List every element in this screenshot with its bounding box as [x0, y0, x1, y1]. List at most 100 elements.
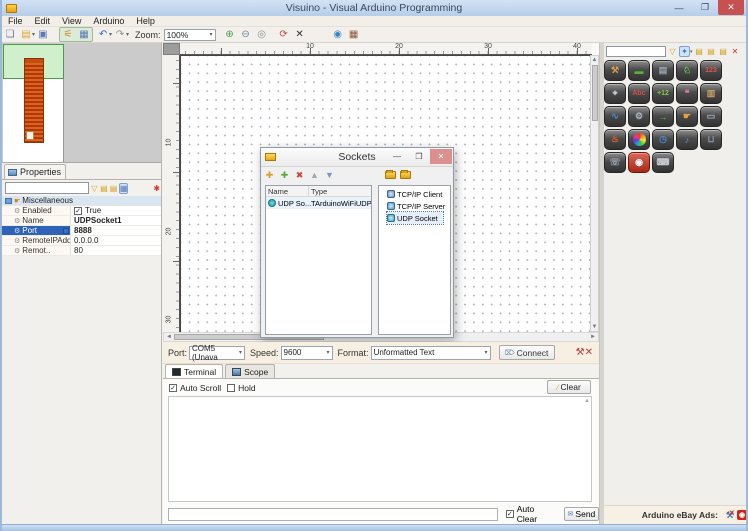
- redo-dropdown-icon[interactable]: ▾: [126, 31, 129, 38]
- redo-icon[interactable]: ↷: [113, 28, 127, 41]
- tree-item-tcp-ip-client[interactable]: TCP/IP Client: [387, 188, 450, 200]
- arduino-boards-icon[interactable]: ▬: [628, 60, 650, 81]
- property-row-remote-ip[interactable]: ⚙RemoteIPAdd.. 0.0.0.0: [2, 236, 161, 246]
- speed-select[interactable]: 9600 ▾: [280, 345, 333, 360]
- scroll-down-icon[interactable]: ▼: [591, 324, 598, 330]
- buttons-icon[interactable]: ☛: [676, 106, 698, 127]
- memory-icon[interactable]: ▥: [700, 83, 722, 104]
- undo-dropdown-icon[interactable]: ▾: [109, 31, 112, 38]
- property-row-enabled[interactable]: ⚙ Enabled ✓ True: [2, 206, 161, 216]
- ad-close-icon[interactable]: ◉: [737, 510, 746, 520]
- shields-icon[interactable]: ▤: [652, 60, 674, 81]
- wizard-icon[interactable]: ✦: [679, 46, 690, 57]
- delete-icon[interactable]: ✕: [293, 28, 307, 41]
- property-value-port[interactable]: 8888: [70, 226, 161, 235]
- save-project-icon[interactable]: ▣: [36, 28, 50, 41]
- palette-expand-icon[interactable]: ▤: [706, 46, 717, 57]
- socket-list-row[interactable]: UDP So... TArduinoWiFiUDPSocket: [266, 197, 371, 209]
- terminal-output[interactable]: ▲: [168, 396, 592, 502]
- move-down-icon[interactable]: ▼: [323, 169, 336, 182]
- column-name[interactable]: Name: [266, 186, 309, 196]
- port-select[interactable]: COM5 (Unava ▾: [189, 344, 246, 362]
- dialog-minimize-icon[interactable]: —: [386, 149, 408, 164]
- disconnect-tools-icon[interactable]: ⚒✕: [576, 347, 593, 358]
- power-icon[interactable]: ◉: [628, 152, 650, 173]
- palette-filter-icon[interactable]: ▽: [667, 46, 678, 57]
- tree-item-tcp-ip-server[interactable]: TCP/IP Server: [387, 200, 450, 212]
- ad-settings-icon[interactable]: ⚒: [726, 509, 735, 521]
- hold-checkbox-box[interactable]: [227, 383, 236, 392]
- categorized-view-icon[interactable]: ▦: [118, 182, 129, 194]
- add-child-socket-icon[interactable]: ✚: [278, 169, 291, 182]
- analog-icon[interactable]: ∿: [604, 106, 626, 127]
- palette-search-input[interactable]: [606, 46, 666, 57]
- pin-icon[interactable]: ✱: [152, 183, 161, 194]
- package-icon[interactable]: ▦: [347, 28, 361, 41]
- digits-icon[interactable]: 123: [700, 60, 722, 81]
- web-help-icon[interactable]: ◉: [331, 28, 345, 41]
- scroll-up-icon[interactable]: ▲: [591, 57, 598, 63]
- math-icon[interactable]: +12: [652, 83, 674, 104]
- open-dropdown-icon[interactable]: ▾: [32, 31, 35, 38]
- plumbing-icon[interactable]: ⊔: [700, 129, 722, 150]
- connect-button[interactable]: ⌦ Connect: [498, 345, 555, 360]
- converters-icon[interactable]: →: [652, 106, 674, 127]
- tools-icon[interactable]: ⚒: [604, 60, 626, 81]
- new-project-icon[interactable]: ❏: [3, 28, 17, 41]
- maximize-icon[interactable]: ❐: [692, 0, 718, 15]
- vscroll-thumb[interactable]: [592, 65, 598, 121]
- property-value-remote-ip[interactable]: 0.0.0.0: [70, 236, 161, 245]
- close-icon[interactable]: ✕: [718, 0, 744, 15]
- output-scroll-up-icon[interactable]: ▲: [584, 398, 590, 404]
- generators-icon[interactable]: ⚙: [628, 106, 650, 127]
- tab-properties[interactable]: Properties: [4, 164, 66, 179]
- add-socket-icon[interactable]: ✚: [263, 169, 276, 182]
- properties-search-input[interactable]: [5, 182, 89, 194]
- speech-icon[interactable]: ☏: [604, 152, 626, 173]
- zoom-reset-icon[interactable]: ◎: [255, 28, 269, 41]
- displays-icon[interactable]: ▭: [700, 106, 722, 127]
- minimize-icon[interactable]: —: [666, 0, 692, 15]
- grid-view-icon[interactable]: ▦: [77, 28, 91, 41]
- expand-categories-icon[interactable]: [384, 169, 397, 182]
- dialog-close-icon[interactable]: ✕: [430, 149, 452, 164]
- filter-icon[interactable]: ▽: [90, 183, 99, 194]
- heat-icon[interactable]: ♨: [604, 129, 626, 150]
- sockets-dialog-titlebar[interactable]: Sockets — ❐ ✕: [261, 148, 453, 167]
- color-icon[interactable]: [628, 129, 650, 150]
- expand-all-icon[interactable]: ▤: [100, 183, 109, 194]
- keyboard-icon[interactable]: ⌨: [652, 152, 674, 173]
- text-icon[interactable]: Abc: [628, 83, 650, 104]
- send-button[interactable]: ✉ Send: [563, 507, 599, 521]
- menu-file[interactable]: File: [2, 16, 29, 26]
- property-row-remote-port[interactable]: ⚙ Remot.. 80: [2, 246, 161, 256]
- terminal-send-input[interactable]: [168, 507, 498, 521]
- project-minimap[interactable]: [2, 43, 161, 163]
- mouse-icon[interactable]: ⌖: [604, 83, 626, 104]
- build-icon[interactable]: ⟳: [277, 28, 291, 41]
- zoom-select[interactable]: 100% ▾: [163, 28, 216, 41]
- tab-terminal[interactable]: Terminal: [165, 364, 224, 378]
- auto-clear-checkbox-box[interactable]: ✓: [505, 510, 514, 518]
- checkbox-icon[interactable]: ✓: [74, 206, 82, 215]
- dialog-maximize-icon[interactable]: ❐: [408, 149, 430, 164]
- scroll-right-icon[interactable]: ►: [590, 334, 596, 340]
- auto-clear-checkbox[interactable]: ✓ Auto Clear: [505, 504, 556, 524]
- palette-folder-new-icon[interactable]: ▤: [694, 46, 705, 57]
- move-up-icon[interactable]: ▲: [308, 169, 321, 182]
- auto-scroll-checkbox[interactable]: ✓ Auto Scroll: [169, 383, 221, 393]
- wizard-dropdown-icon[interactable]: ▾: [690, 49, 693, 55]
- hold-checkbox[interactable]: Hold: [227, 383, 256, 393]
- menu-arduino[interactable]: Arduino: [87, 16, 130, 26]
- property-row-port[interactable]: ⚙ Port 8888: [2, 226, 161, 236]
- property-row-name[interactable]: ⚙ Name UDPSocket1: [2, 216, 161, 226]
- communication-icon[interactable]: ❝: [676, 83, 698, 104]
- collapse-categories-icon[interactable]: [399, 169, 412, 182]
- filter-view-icon[interactable]: ⚟: [61, 28, 75, 41]
- palette-collapse-icon[interactable]: ▤: [718, 46, 729, 57]
- zoom-in-icon[interactable]: ⊕: [223, 28, 237, 41]
- property-value-name[interactable]: UDPSocket1: [70, 216, 161, 225]
- menu-help[interactable]: Help: [130, 16, 161, 26]
- property-value-enabled[interactable]: ✓ True: [70, 206, 161, 215]
- column-type[interactable]: Type: [309, 186, 371, 196]
